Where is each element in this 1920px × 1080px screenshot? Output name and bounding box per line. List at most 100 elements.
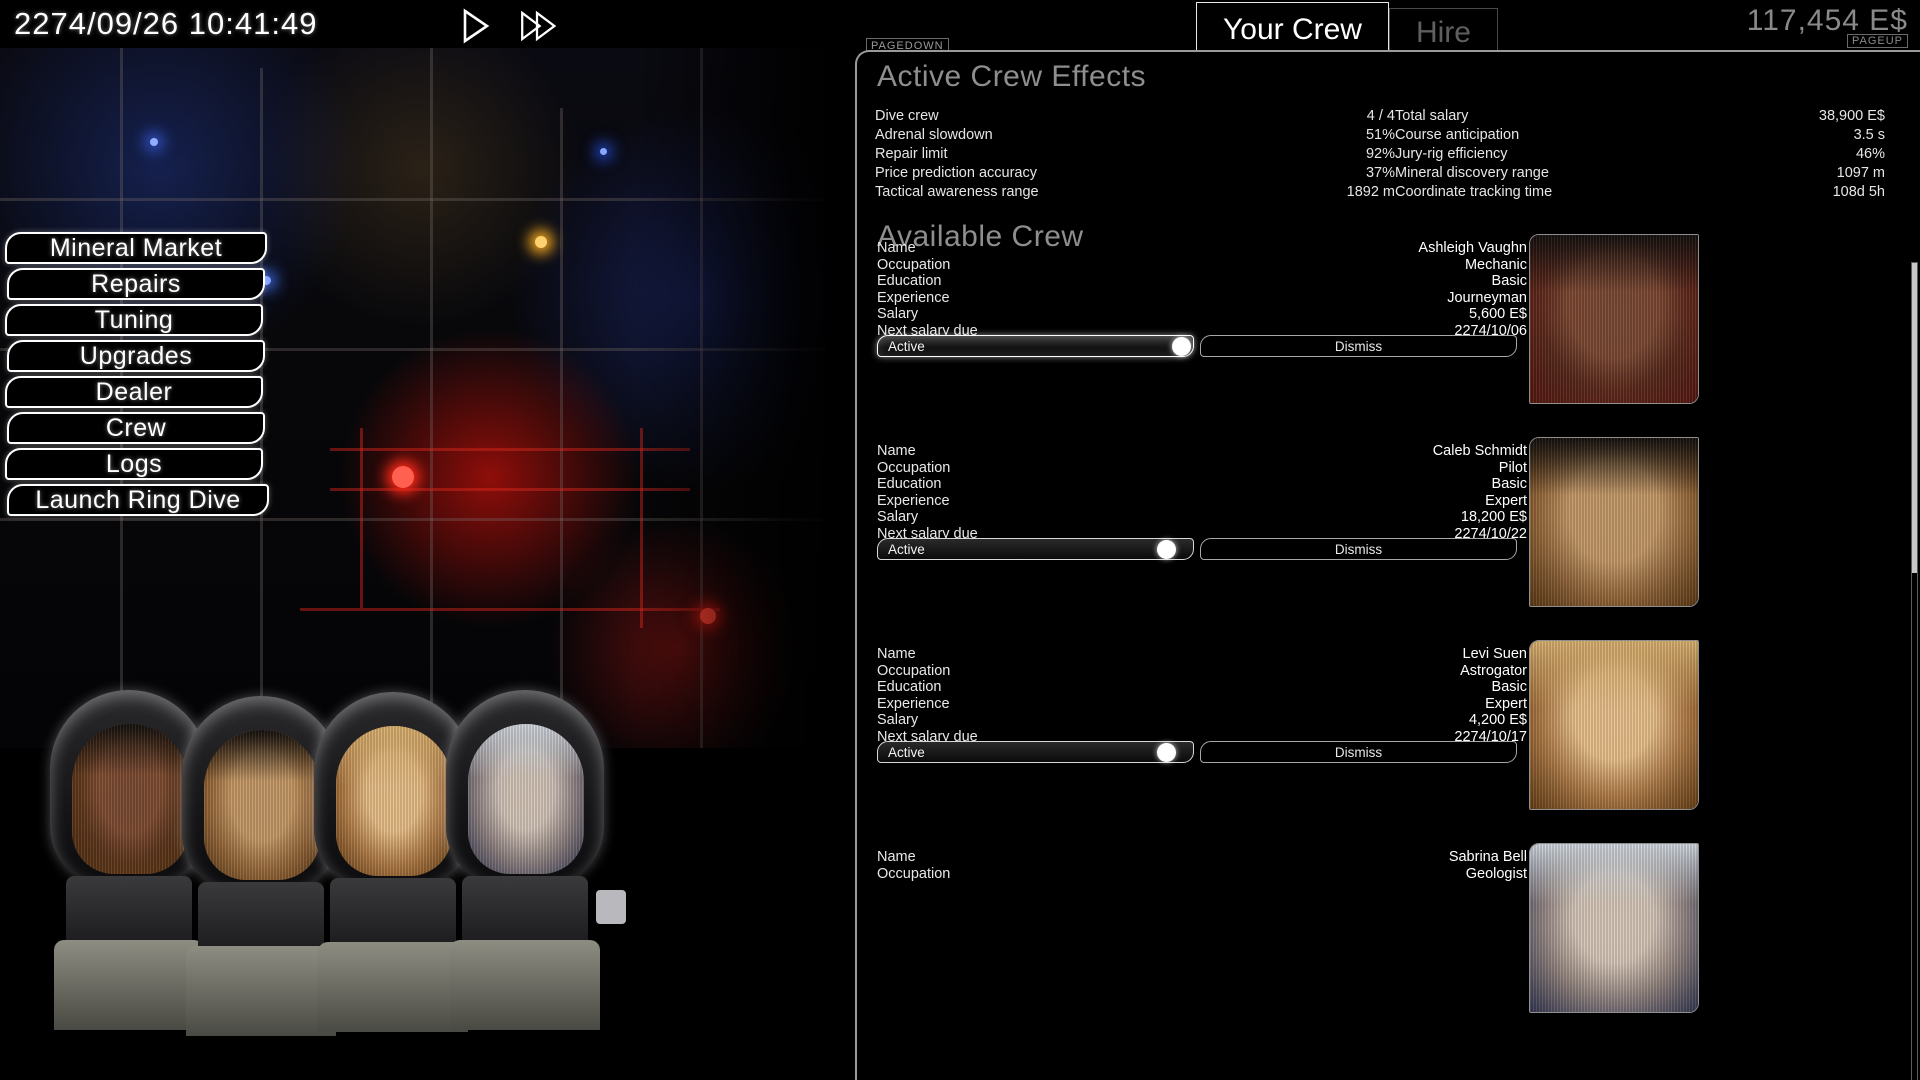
crew-field-value: Geologist [1466,866,1527,883]
crew-field-value: Levi Suen [1463,646,1528,663]
play-icon[interactable] [455,7,495,45]
portrait-caleb-schmidt [1529,437,1699,607]
toggle-knob[interactable] [1157,743,1176,762]
effect-value-left: 37% [1275,165,1395,181]
portrait-sabrina-bell [1529,843,1699,1013]
credits-key-hint: PAGEUP [1847,34,1908,48]
crew-field-label: Salary [877,306,918,323]
crew-actions: Active Dismiss [877,741,1517,763]
menu-button-dealer[interactable]: Dealer [5,376,263,408]
effect-value-right: 38,900 E$ [1725,108,1885,124]
crew-field-value: Sabrina Bell [1449,849,1527,866]
effect-label-right: Mineral discovery range [1395,165,1725,181]
crew-field-value: Astrogator [1460,663,1527,680]
effect-label-right: Coordinate tracking time [1395,184,1725,200]
main-menu: Mineral Market Repairs Tuning Upgrades Deale… [5,232,325,520]
helmet-dome [446,690,604,885]
crew-field-label: Occupation [877,257,950,274]
crew-fields: Name Sabrina Bell Occupation Geologist [877,849,1527,882]
panel-tabs: Your CrewHire [1196,2,1498,56]
crew-actions: Active Dismiss [877,335,1517,357]
toggle-knob[interactable] [1157,540,1176,559]
effect-label-left: Price prediction accuracy [875,165,1275,181]
active-crew-effects-title: Active Crew Effects [857,60,1920,94]
crew-active-toggle-label: Active [888,745,925,760]
effect-label-left: Repair limit [875,146,1275,162]
crew-field-education: EducationBasic [877,273,1527,290]
crew-field-value: Journeyman [1447,290,1527,307]
crew-field-label: Education [877,273,942,290]
crew-field-value: Expert [1485,696,1527,713]
crew-field-value: 18,200 E$ [1461,509,1527,526]
menu-button-tuning[interactable]: Tuning [5,304,263,336]
menu-button-label: Upgrades [80,342,192,371]
helmet-visor [204,730,320,880]
crew-field-occupation: Occupation Astrogator [877,663,1527,680]
menu-button-launch-ring-dive[interactable]: Launch Ring Dive [7,484,269,516]
helmet-visor [468,724,584,874]
crew-fields: NameAshleigh VaughnOccupationMechanicEdu… [877,240,1527,339]
crew-field-label: Salary [877,509,918,526]
crew-field-experience: ExperienceExpert [877,493,1527,510]
crew-dismiss-button[interactable]: Dismiss [1200,335,1517,357]
tab-hire[interactable]: Hire [1389,8,1498,56]
crew-active-toggle-label: Active [888,339,925,354]
menu-button-label: Launch Ring Dive [35,486,240,515]
crew-field-occupation: OccupationPilot [877,460,1527,477]
crew-field-education: EducationBasic [877,679,1527,696]
crew-fields: Name Levi Suen Occupation AstrogatorEducati… [877,646,1527,745]
crew-field-experience: ExperienceExpert [877,696,1527,713]
effect-value-right: 108d 5h [1725,184,1885,200]
menu-button-label: Repairs [91,270,181,299]
crew-active-toggle[interactable]: Active [877,538,1194,560]
effect-label-left: Dive crew [875,108,1275,124]
menu-button-upgrades[interactable]: Upgrades [7,340,265,372]
tab-your-crew[interactable]: Your Crew [1196,2,1389,56]
menu-button-label: Dealer [96,378,173,407]
crew-field-name: Name Levi Suen [877,646,1527,663]
crew-dismiss-button[interactable]: Dismiss [1200,741,1517,763]
crew-active-toggle[interactable]: Active [877,741,1194,763]
toggle-knob[interactable] [1172,337,1191,356]
effect-label-left: Tactical awareness range [875,184,1275,200]
crew-actions: Active Dismiss [877,538,1517,560]
crew-field-value: Caleb Schmidt [1433,443,1527,460]
crew-dismiss-button[interactable]: Dismiss [1200,538,1517,560]
menu-button-crew[interactable]: Crew [7,412,265,444]
crew-field-value: Mechanic [1465,257,1527,274]
crew-field-label: Name [877,849,916,866]
crew-active-toggle[interactable]: Active [877,335,1194,357]
portrait-ashleigh-vaughn [1529,234,1699,404]
crew-field-label: Occupation [877,866,950,883]
crew-field-value: Expert [1485,493,1527,510]
crew-field-label: Occupation [877,663,950,680]
helmet-crew-4 [446,690,604,1020]
crew-field-salary: Salary4,200 E$ [877,712,1527,729]
crew-field-value: 4,200 E$ [1469,712,1527,729]
panel-scrollbar-thumb[interactable] [1912,263,1917,573]
effect-value-left: 4 / 4 [1275,108,1395,124]
effect-value-right: 46% [1725,146,1885,162]
menu-button-label: Mineral Market [50,234,222,263]
crew-panel: Active Crew Effects Dive crew4 / 4Total … [855,50,1920,1080]
game-clock: 2274/09/26 10:41:49 [14,6,317,42]
crew-field-label: Experience [877,290,950,307]
effect-value-right: 1097 m [1725,165,1885,181]
crew-field-value: Ashleigh Vaughn [1418,240,1527,257]
crew-field-salary: Salary5,600 E$ [877,306,1527,323]
panel-scrollbar[interactable] [1911,262,1918,1080]
crew-field-education: EducationBasic [877,476,1527,493]
crew-field-label: Name [877,240,916,257]
credits-display: 117,454 E$ PAGEUP [1747,4,1908,48]
menu-button-logs[interactable]: Logs [5,448,263,480]
menu-button-repairs[interactable]: Repairs [7,268,265,300]
fast-forward-icon[interactable] [517,7,557,45]
crew-field-label: Name [877,646,916,663]
crew-helmet-row [20,690,760,1070]
crew-field-name: NameCaleb Schmidt [877,443,1527,460]
crew-card: Name Levi Suen Occupation AstrogatorEducati… [857,638,1907,841]
station-scene: Mineral Market Repairs Tuning Upgrades Deale… [0,0,855,1080]
effect-value-right: 3.5 s [1725,127,1885,143]
crew-list: NameAshleigh VaughnOccupationMechanicEdu… [857,232,1907,1044]
menu-button-mineral-market[interactable]: Mineral Market [5,232,267,264]
